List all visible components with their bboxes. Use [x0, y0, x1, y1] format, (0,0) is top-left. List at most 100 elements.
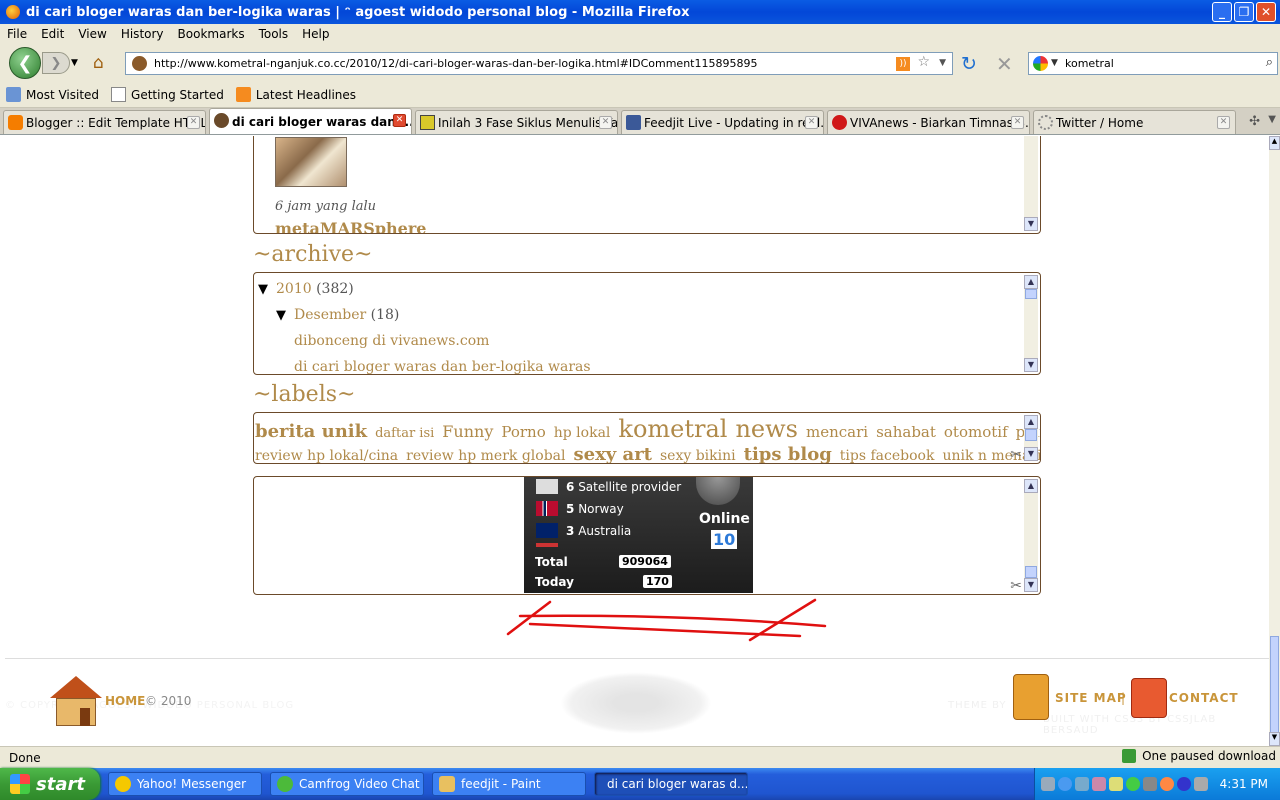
house-icon[interactable] [44, 676, 104, 728]
footer-home-link[interactable]: HOME [105, 694, 145, 708]
tab-close-icon[interactable]: ✕ [1217, 116, 1230, 129]
menu-tools[interactable]: Tools [252, 27, 296, 41]
tab-close-icon[interactable]: ✕ [187, 116, 200, 129]
menu-view[interactable]: View [71, 27, 113, 41]
label-tag-link[interactable]: news [735, 415, 798, 443]
app-tray-icon[interactable] [1092, 777, 1106, 791]
label-tag-link[interactable]: review hp merk global [406, 448, 565, 463]
tab-inilah[interactable]: Inilah 3 Fase Siklus Menulis Ya... ✕ [415, 110, 618, 134]
tab-close-icon[interactable]: ✕ [805, 116, 818, 129]
label-tag-link[interactable]: tips blog [744, 444, 832, 463]
url-dropdown-icon[interactable]: ▼ [939, 58, 946, 68]
minimize-button[interactable]: _ [1212, 2, 1232, 22]
download-status[interactable]: One paused download [1122, 749, 1276, 763]
archive-scrollbar[interactable]: ▲ ▼ [1024, 275, 1038, 372]
new-tab-icon[interactable]: ✣ [1249, 114, 1260, 129]
reload-icon[interactable]: ↻ [961, 53, 977, 75]
bluetooth-icon[interactable] [1177, 777, 1191, 791]
tab-list-icon[interactable]: ▼ [1268, 114, 1276, 125]
menu-bookmarks[interactable]: Bookmarks [171, 27, 252, 41]
search-icon[interactable]: ⌕ [1266, 55, 1273, 70]
scroll-down-icon[interactable]: ▼ [1269, 732, 1280, 746]
recent-scrollbar[interactable]: ▼ [1024, 136, 1038, 231]
history-dropdown-icon[interactable]: ▼ [71, 58, 78, 68]
bookmark-most-visited[interactable]: Most Visited [6, 87, 99, 102]
tab-close-icon[interactable]: ✕ [599, 116, 612, 129]
archive-post-link[interactable]: di cari bloger waras dan ber-logika wara… [294, 359, 591, 374]
edit-tools-icon[interactable]: ✂ [1010, 578, 1022, 594]
edit-tools-icon[interactable]: ✂ [1010, 447, 1022, 463]
archive-year-link[interactable]: 2010 [276, 281, 312, 297]
archive-month-link[interactable]: Desember [294, 307, 366, 323]
page-scrollbar[interactable]: ▲ ▼ [1269, 136, 1280, 746]
label-tag-link[interactable]: sexy art [573, 444, 652, 463]
home-icon[interactable]: ⌂ [93, 53, 104, 73]
bookmark-latest-headlines[interactable]: Latest Headlines [235, 87, 356, 102]
archive-post-link[interactable]: dibonceng di vivanews.com [294, 333, 489, 349]
app-tray-icon[interactable] [1160, 777, 1174, 791]
tab-blogger[interactable]: Blogger :: Edit Template HTML ✕ [3, 110, 206, 134]
forward-arrow-icon: ❯ [50, 55, 62, 71]
label-tag-link[interactable]: daftar isi [375, 426, 434, 441]
stop-icon[interactable]: ✕ [996, 52, 1013, 76]
bookmark-star-icon[interactable]: ☆ [917, 54, 930, 70]
label-tag-link[interactable]: kometral [618, 415, 727, 443]
menu-edit[interactable]: Edit [34, 27, 71, 41]
forward-button[interactable]: ❯ [42, 52, 70, 74]
post-title-link[interactable]: metaMARSphere [275, 219, 426, 233]
label-tag-link[interactable]: review hp lokal/cina [255, 448, 398, 463]
back-button[interactable]: ❮ [9, 47, 41, 79]
task-yahoo-messenger[interactable]: Yahoo! Messenger [108, 772, 262, 796]
collapse-triangle-icon[interactable]: ▼ [258, 282, 268, 297]
scroll-up-icon[interactable]: ▲ [1269, 136, 1280, 150]
tool-icon[interactable] [1041, 777, 1055, 791]
label-tag-link[interactable]: otomotif [944, 423, 1008, 441]
camfrog-tray-icon[interactable] [1126, 777, 1140, 791]
post-thumbnail[interactable] [275, 137, 347, 187]
url-bar[interactable]: http://www.kometral-nganjuk.co.cc/2010/1… [125, 52, 953, 75]
label-tag-link[interactable]: sahabat [876, 423, 936, 441]
monitor-icon[interactable] [1194, 777, 1208, 791]
label-tag-link[interactable]: Funny [442, 422, 493, 441]
search-input[interactable]: kometral [1065, 57, 1114, 70]
task-paint[interactable]: feedjit - Paint [432, 772, 586, 796]
label-tag-link[interactable]: hp lokal [554, 425, 611, 441]
google-engine-icon[interactable] [1033, 56, 1048, 71]
phone-contact-icon[interactable] [1131, 678, 1167, 718]
app-tray-icon[interactable] [1143, 777, 1157, 791]
label-tag-link[interactable]: tips facebook [840, 448, 935, 463]
tab-close-icon[interactable]: ✕ [1011, 116, 1024, 129]
chevron-left-icon[interactable] [1058, 777, 1072, 791]
collapse-triangle-icon[interactable]: ▼ [276, 308, 286, 323]
close-button[interactable]: ✕ [1256, 2, 1276, 22]
bookmark-getting-started[interactable]: Getting Started [111, 87, 224, 102]
blogger-sitemap-icon[interactable] [1013, 674, 1049, 720]
network-icon[interactable] [1075, 777, 1089, 791]
menu-history[interactable]: History [114, 27, 171, 41]
maximize-button[interactable]: ❐ [1234, 2, 1254, 22]
label-tag-link[interactable]: Porno [501, 423, 545, 441]
menu-help[interactable]: Help [295, 27, 336, 41]
feedjit-scrollbar[interactable]: ▲ ▼ [1024, 479, 1038, 592]
search-engine-dropdown-icon[interactable]: ▼ [1051, 58, 1058, 68]
rss-feed-icon[interactable]: )) [896, 57, 910, 71]
tab-feedjit[interactable]: Feedjit Live - Updating in real... ✕ [621, 110, 824, 134]
labels-scrollbar[interactable]: ▲ ▼ [1024, 415, 1038, 461]
task-firefox[interactable]: di cari bloger waras d... [594, 772, 748, 796]
search-box[interactable]: ▼ kometral ⌕ [1028, 52, 1278, 75]
task-camfrog[interactable]: Camfrog Video Chat [270, 772, 424, 796]
menu-file[interactable]: File [0, 27, 34, 41]
start-button[interactable]: start [0, 768, 100, 800]
footer-contact-link[interactable]: CONTACT [1169, 691, 1239, 705]
label-cloud-line: berita unik daftar isi Funny Porno hp lokal k… [254, 415, 1040, 446]
label-tag-link[interactable]: berita unik [255, 421, 367, 442]
feedjit-widget[interactable]: 6 Satellite provider 5 Norway 3 Australi… [524, 477, 753, 593]
tab-current-blog[interactable]: di cari bloger waras dan ... ✕ [209, 108, 412, 134]
footer-sitemap-link[interactable]: SITE MAP [1055, 691, 1127, 705]
app-tray-icon[interactable] [1109, 777, 1123, 791]
tab-close-icon[interactable]: ✕ [393, 114, 406, 127]
label-tag-link[interactable]: mencari [806, 423, 868, 441]
label-tag-link[interactable]: sexy bikini [660, 448, 736, 463]
tab-vivanews[interactable]: VIVAnews - Biarkan Timnas B... ✕ [827, 110, 1030, 134]
tab-twitter[interactable]: Twitter / Home ✕ [1033, 110, 1236, 134]
